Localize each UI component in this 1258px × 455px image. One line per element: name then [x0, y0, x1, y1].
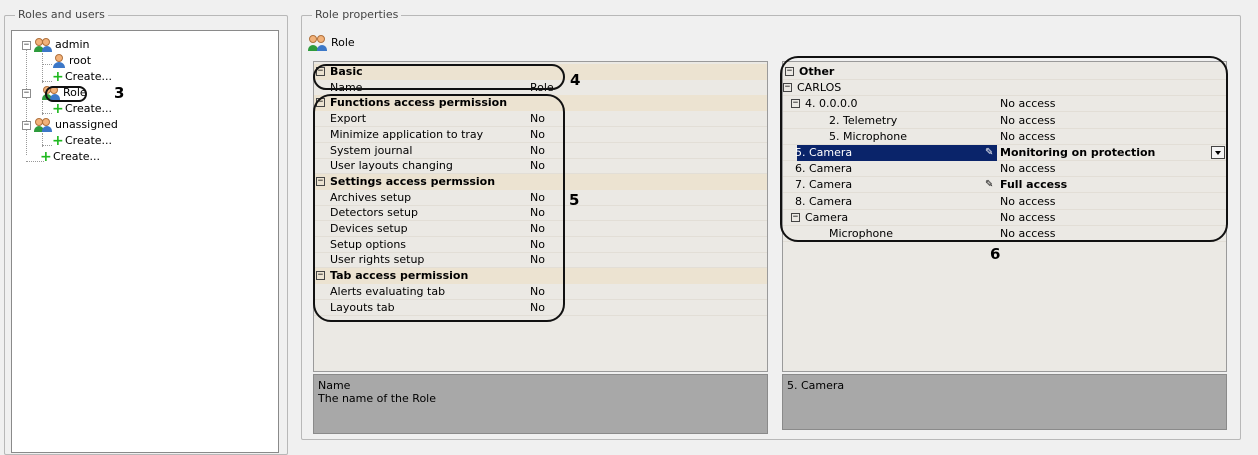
collapse-icon[interactable]: − [22, 88, 31, 98]
tree-item-unassigned[interactable]: − unassigned [22, 117, 118, 133]
tree-item-label: Create... [65, 134, 113, 147]
add-icon: + [52, 101, 64, 117]
annotation-number-5: 5 [569, 191, 580, 209]
annotation-number-4: 4 [570, 71, 581, 89]
tree-item-root[interactable]: root [52, 53, 91, 69]
add-icon: + [52, 133, 64, 149]
annotation-number-6: 6 [990, 245, 1001, 263]
tree-item-label: Create... [53, 150, 101, 163]
users-icon [34, 118, 52, 132]
role-header-label: Role [331, 36, 355, 49]
property-description: Name The name of the Role [313, 374, 768, 434]
description-title: Name [318, 379, 351, 392]
tree-item-create-role[interactable]: + Create... [40, 149, 100, 165]
users-icon [34, 38, 52, 52]
add-icon: + [52, 69, 64, 85]
tree-item-label: Create... [65, 102, 113, 115]
role-header: Role [308, 34, 355, 52]
add-icon: + [40, 149, 52, 165]
collapse-icon[interactable]: − [22, 40, 31, 50]
tree-item-label: root [69, 54, 92, 67]
annotation-oval-3 [45, 86, 87, 102]
roles-and-users-title: Roles and users [15, 8, 108, 22]
tree-item-admin[interactable]: − admin [22, 37, 89, 53]
collapse-icon[interactable]: − [22, 120, 31, 130]
role-properties-title: Role properties [312, 8, 402, 22]
user-icon [52, 54, 66, 68]
tree-item-label: admin [55, 38, 90, 51]
tree-item-label: Create... [65, 70, 113, 83]
description-title: 5. Camera [787, 379, 845, 392]
tree-item-create-user[interactable]: + Create... [52, 69, 112, 85]
annotation-oval-6 [780, 56, 1228, 242]
annotation-oval-4 [313, 64, 565, 90]
annotation-number-3: 3 [114, 84, 125, 102]
annotation-oval-5 [313, 94, 565, 322]
tree-item-create-user[interactable]: + Create... [52, 101, 112, 117]
users-icon [308, 35, 328, 51]
permissions-description: 5. Camera [782, 374, 1227, 430]
description-text: The name of the Role [318, 392, 436, 405]
roles-tree[interactable]: − admin root + Create... − Role + Create… [11, 30, 279, 453]
tree-item-label: unassigned [55, 118, 118, 131]
tree-item-create-user[interactable]: + Create... [52, 133, 112, 149]
